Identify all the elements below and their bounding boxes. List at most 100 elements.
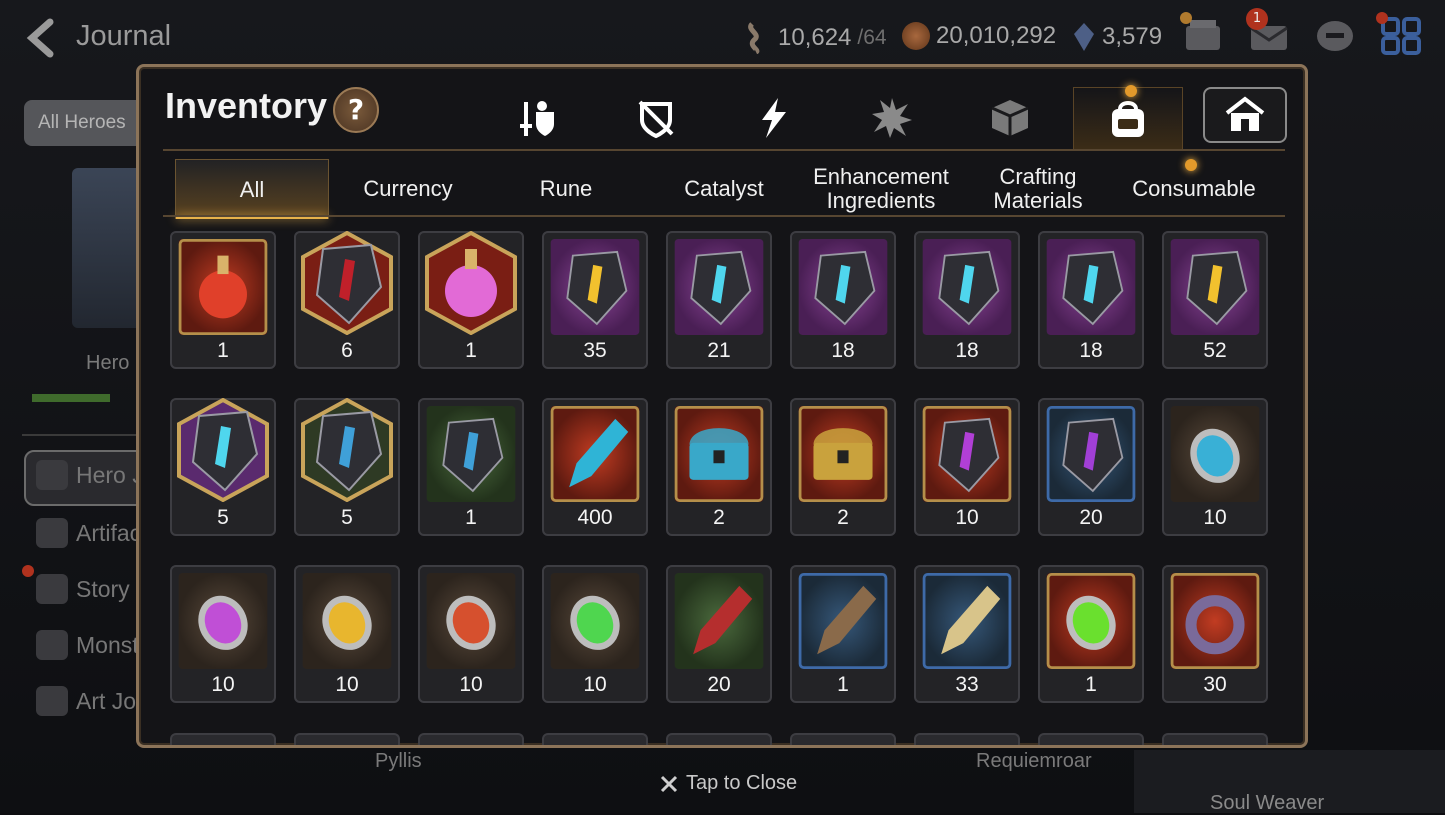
inventory-item-slot[interactable]: 21 <box>666 231 772 369</box>
story-icon <box>36 574 68 604</box>
page-title: Journal <box>76 20 172 52</box>
tab-materials[interactable] <box>955 87 1065 149</box>
inventory-item-slot[interactable]: 10 <box>1162 398 1268 536</box>
inventory-item-slot[interactable]: 30 <box>1162 565 1268 703</box>
item-count: 18 <box>1079 339 1103 362</box>
inventory-item-slot[interactable]: 1 <box>1038 565 1144 703</box>
item-count: 10 <box>211 673 235 696</box>
purple-triangle-gem-icon <box>1046 406 1136 502</box>
item-count: 1 <box>217 339 229 362</box>
partial-item-slot[interactable] <box>170 733 276 745</box>
crystal-icon <box>1074 23 1094 51</box>
subtab-enhancement-ingredients[interactable]: Enhancement Ingredients <box>803 159 959 219</box>
item-count: 18 <box>955 339 979 362</box>
inventory-item-slot[interactable]: 1 <box>418 398 524 536</box>
partial-item-slot[interactable] <box>666 733 772 745</box>
item-count: 2 <box>713 506 725 529</box>
partial-item-slot[interactable] <box>542 733 648 745</box>
item-count: 52 <box>1203 339 1227 362</box>
inventory-item-slot[interactable]: 52 <box>1162 231 1268 369</box>
inventory-item-slot[interactable]: 10 <box>294 565 400 703</box>
inventory-item-slot[interactable]: 35 <box>542 231 648 369</box>
inventory-item-slot[interactable]: 5 <box>294 398 400 536</box>
subtab-currency[interactable]: Currency <box>331 159 485 219</box>
partial-item-slot[interactable] <box>1162 733 1268 745</box>
left-divider <box>22 434 142 436</box>
item-count: 20 <box>707 673 731 696</box>
partial-item-slot[interactable] <box>914 733 1020 745</box>
inventory-item-slot[interactable]: 400 <box>542 398 648 536</box>
all-heroes-filter[interactable]: All Heroes <box>24 100 154 146</box>
item-count: 21 <box>707 339 731 362</box>
subtab-crafting-materials[interactable]: Crafting Materials <box>961 159 1115 219</box>
hero-name-far-right: Soul Weaver <box>1210 792 1325 814</box>
partial-item-slot[interactable] <box>1038 733 1144 745</box>
white-star-stone-icon <box>299 398 395 502</box>
inventory-item-slot[interactable]: 10 <box>170 565 276 703</box>
inventory-item-slot[interactable]: 18 <box>914 231 1020 369</box>
gold-coin-icon <box>902 22 930 50</box>
stamina-max: /64 <box>857 26 887 49</box>
item-count: 10 <box>459 673 483 696</box>
partial-item-slot[interactable] <box>294 733 400 745</box>
herb-root-icon <box>922 573 1012 669</box>
item-count: 18 <box>831 339 855 362</box>
inventory-item-slot[interactable]: 20 <box>1038 398 1144 536</box>
tab-equipment[interactable] <box>483 87 593 149</box>
storage-house-icon <box>1225 96 1265 131</box>
no-equip-icon <box>638 100 674 139</box>
subtab-catalyst[interactable]: Catalyst <box>647 159 801 219</box>
item-count: 1 <box>465 506 477 529</box>
partial-item-slot[interactable] <box>790 733 896 745</box>
inventory-item-slot[interactable]: 20 <box>666 565 772 703</box>
subtab-rune[interactable]: Rune <box>489 159 643 219</box>
coil-pendant-icon <box>1170 573 1260 669</box>
item-count: 20 <box>1079 506 1103 529</box>
consumable-notification-dot <box>1185 159 1197 171</box>
item-count: 33 <box>955 673 979 696</box>
crystal-display: 3,579 <box>1072 22 1162 52</box>
back-arrow-icon[interactable] <box>22 18 62 58</box>
frame-corner <box>1289 67 1305 83</box>
inventory-item-slot[interactable]: 10 <box>542 565 648 703</box>
inventory-item-slot[interactable]: 18 <box>1038 231 1144 369</box>
rune-stone-boot-icon <box>798 239 888 335</box>
item-count: 10 <box>583 673 607 696</box>
tap-to-close[interactable]: Tap to Close <box>660 772 797 795</box>
inventory-item-slot[interactable]: 10 <box>418 565 524 703</box>
inventory-item-slot[interactable]: 1 <box>790 565 896 703</box>
tab-unequipped[interactable] <box>601 87 711 149</box>
inventory-item-slot[interactable]: 1 <box>418 231 524 369</box>
purple-moon-gem-icon <box>922 406 1012 502</box>
inventory-item-slot[interactable]: 18 <box>790 231 896 369</box>
inventory-item-slot[interactable]: 33 <box>914 565 1020 703</box>
inventory-modal: Inventory ? All Currency Rune Catalyst E… <box>136 64 1308 748</box>
green-orb-icon <box>1046 573 1136 669</box>
rune-stone-bell-icon <box>674 239 764 335</box>
chat-icon[interactable] <box>1314 16 1356 56</box>
inventory-item-slot[interactable]: 10 <box>914 398 1020 536</box>
inventory-item-slot[interactable]: 2 <box>790 398 896 536</box>
item-count: 400 <box>577 506 613 529</box>
inventory-item-slot[interactable]: 5 <box>170 398 276 536</box>
frame-corner <box>1289 729 1305 745</box>
help-button[interactable]: ? <box>333 87 379 133</box>
partial-item-slot[interactable] <box>418 733 524 745</box>
nav-story[interactable]: Story <box>36 574 130 604</box>
stamina-icon <box>748 22 760 54</box>
tab-artifacts[interactable] <box>719 87 829 149</box>
bag-notification-dot <box>1125 85 1137 97</box>
purple-moon-oval-icon <box>178 573 268 669</box>
inventory-item-slot[interactable]: 6 <box>294 231 400 369</box>
tab-storage[interactable] <box>1203 87 1287 143</box>
gold-display: 20,010,292 <box>902 22 1056 50</box>
tab-burst[interactable] <box>837 87 947 149</box>
art-journal-icon <box>36 686 68 716</box>
inventory-item-slot[interactable]: 2 <box>666 398 772 536</box>
item-count: 6 <box>341 339 353 362</box>
equipment-icon <box>520 101 554 136</box>
hero-book-image <box>72 168 144 328</box>
subtab-all[interactable]: All <box>175 159 329 219</box>
inventory-item-slot[interactable]: 1 <box>170 231 276 369</box>
menu-notification-dot <box>1376 12 1388 24</box>
